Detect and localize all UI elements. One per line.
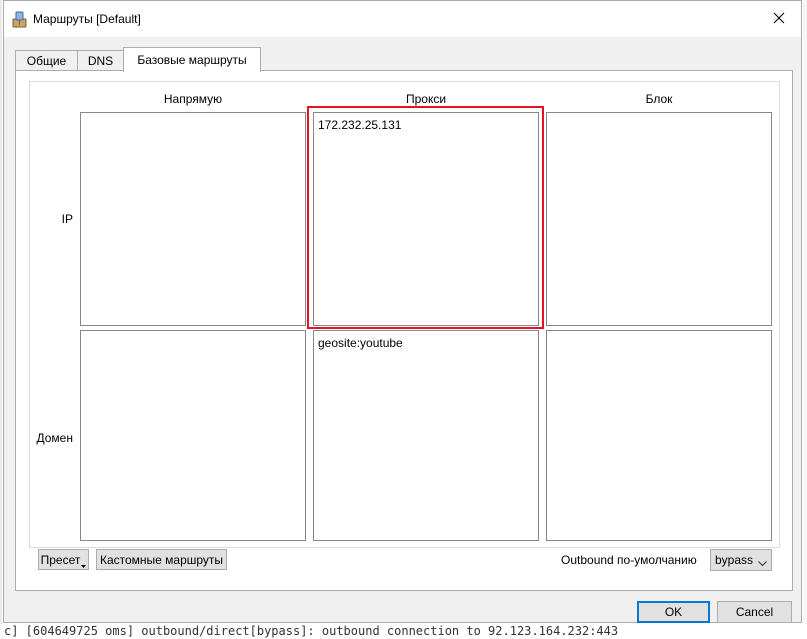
outbound-value: bypass — [715, 553, 754, 567]
title-bar: Маршруты [Default] — [4, 1, 801, 37]
ok-button[interactable]: OK — [637, 601, 710, 623]
tab-general[interactable]: Общие — [15, 50, 78, 71]
window-title: Маршруты [Default] — [33, 12, 141, 26]
app-icon — [11, 10, 29, 28]
custom-routes-button[interactable]: Кастомные маршруты — [96, 549, 227, 570]
background-log-line: c] [604649725 oms] outbound/direct[bypas… — [4, 624, 619, 638]
close-icon — [773, 12, 785, 27]
preset-label: Пресет — [40, 552, 81, 567]
column-header-block: Блок — [645, 92, 673, 106]
outbound-select[interactable]: bypass — [710, 549, 772, 571]
dropdown-arrow-icon — [81, 557, 87, 571]
ip-proxy-textarea[interactable]: 172.232.25.131 — [313, 112, 539, 326]
chevron-down-icon — [758, 556, 767, 570]
tab-dns[interactable]: DNS — [77, 50, 124, 71]
cancel-button[interactable]: Cancel — [717, 601, 792, 623]
tab-base-routes[interactable]: Базовые маршруты — [123, 47, 261, 72]
base-routes-panel: Напрямую Прокси Блок IP Домен 172.232.25… — [15, 70, 793, 591]
row-label-domain: Домен — [36, 431, 74, 445]
background-window-edge-right — [803, 0, 807, 624]
preset-button[interactable]: Пресет — [38, 549, 89, 570]
row-label-ip: IP — [61, 212, 73, 226]
background-window-edge — [0, 0, 2, 624]
ip-block-textarea[interactable] — [546, 112, 772, 326]
domain-direct-textarea[interactable] — [80, 330, 306, 541]
ip-direct-textarea[interactable] — [80, 112, 306, 326]
domain-proxy-textarea[interactable]: geosite:youtube — [313, 330, 539, 541]
outbound-label: Outbound по-умолчанию — [561, 553, 697, 567]
column-header-direct: Напрямую — [163, 92, 223, 106]
routes-dialog: Маршруты [Default] Общие DNS Базовые мар… — [3, 0, 802, 623]
column-header-proxy: Прокси — [405, 92, 447, 106]
domain-block-textarea[interactable] — [546, 330, 772, 541]
close-button[interactable] — [765, 5, 793, 33]
